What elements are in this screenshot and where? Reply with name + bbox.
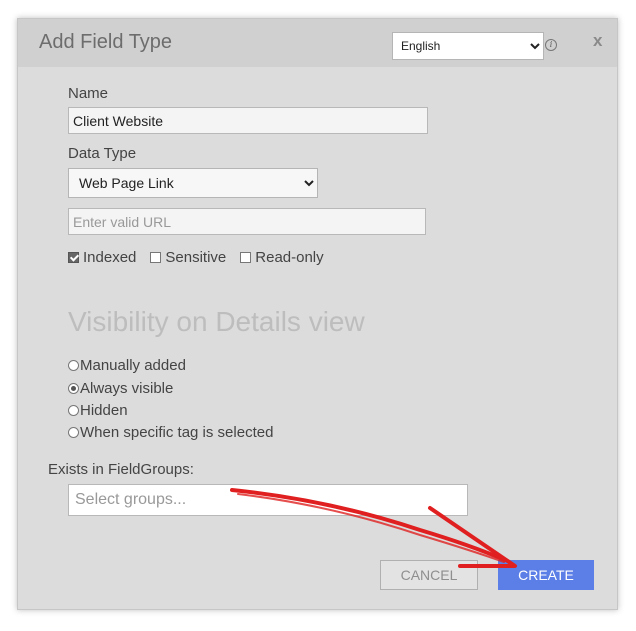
info-icon[interactable]: i — [545, 39, 557, 51]
read-only-label: Read-only — [255, 248, 324, 266]
field-groups-label: Exists in FieldGroups: — [48, 461, 194, 478]
field-groups-input[interactable] — [68, 484, 468, 516]
name-input[interactable] — [68, 107, 428, 134]
sensitive-label: Sensitive — [165, 248, 227, 266]
close-icon[interactable]: x — [593, 31, 602, 51]
field-options: Indexed Sensitive Read-only — [68, 247, 338, 267]
indexed-checkbox[interactable] — [68, 251, 79, 263]
name-label: Name — [68, 85, 109, 102]
specific-tag-label: When specific tag is selected — [80, 423, 274, 441]
visibility-heading: Visibility on Details view — [68, 306, 365, 337]
always-visible-label: Always visible — [80, 379, 174, 397]
cancel-button[interactable]: CANCEL — [380, 560, 478, 590]
manually-added-label: Manually added — [80, 356, 186, 374]
create-button[interactable]: CREATE — [498, 560, 594, 590]
sensitive-checkbox[interactable] — [150, 251, 162, 263]
visibility-option-always-visible[interactable]: Always visible — [68, 378, 173, 398]
hidden-radio[interactable] — [68, 404, 79, 416]
dialog-title: Add Field Type — [39, 31, 173, 53]
language-select[interactable]: English — [392, 32, 544, 60]
data-type-label: Data Type — [68, 145, 137, 162]
url-input[interactable] — [68, 208, 426, 235]
manually-added-radio[interactable] — [68, 359, 79, 371]
add-field-type-dialog: Add Field Type English i x Name Data Typ… — [17, 18, 618, 610]
always-visible-radio[interactable] — [68, 382, 79, 394]
visibility-option-specific-tag[interactable]: When specific tag is selected — [68, 422, 273, 442]
read-only-checkbox[interactable] — [240, 251, 252, 263]
dialog-titlebar: Add Field Type English i x — [18, 19, 617, 67]
data-type-select[interactable]: Web Page Link — [68, 168, 318, 198]
visibility-option-hidden[interactable]: Hidden — [68, 400, 128, 420]
visibility-option-manually-added[interactable]: Manually added — [68, 355, 186, 375]
specific-tag-radio[interactable] — [68, 426, 79, 438]
hidden-label: Hidden — [80, 401, 128, 419]
indexed-label: Indexed — [83, 248, 137, 266]
